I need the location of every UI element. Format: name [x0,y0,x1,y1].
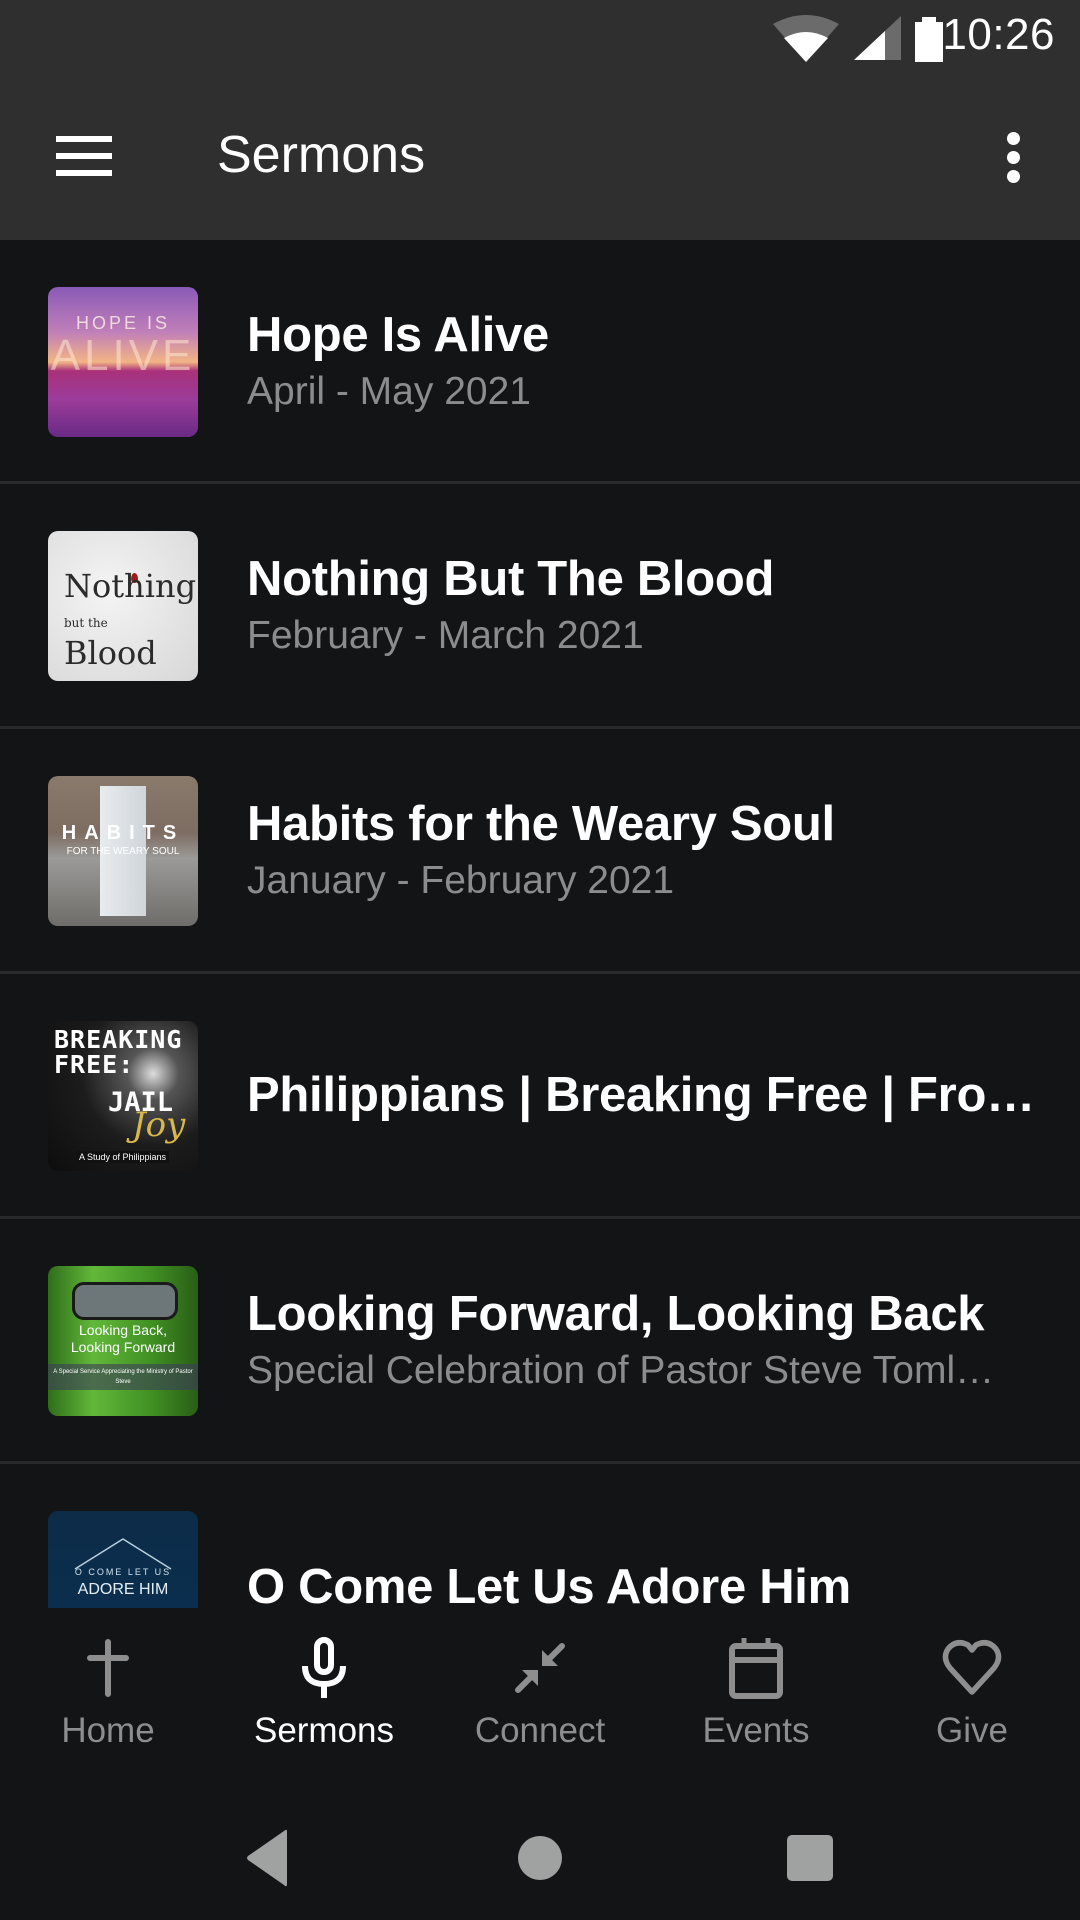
hamburger-menu-icon[interactable] [46,118,122,194]
status-bar: 10:26 [0,0,1080,80]
artwork-text: O COME LET US [74,1567,172,1577]
nav-item-give[interactable]: Give [864,1608,1080,1790]
nav-item-sermons[interactable]: Sermons [216,1608,432,1790]
wifi-icon [773,15,839,62]
artwork-text: ADORE HIM [77,1581,169,1598]
sermon-list[interactable]: HOPE IS ALIVE Hope Is Alive April - May … [0,240,1080,1608]
artwork-text: BREAKING FREE: [54,1025,183,1079]
sermon-list-item[interactable]: HOPE IS ALIVE Hope Is Alive April - May … [0,240,1080,484]
bottom-navigation: Home Sermons Connect Events Give [0,1608,1080,1790]
nav-item-home[interactable]: Home [0,1608,216,1790]
artwork-text: A Study of Philippians [76,1151,170,1163]
artwork-text: A Special Service Appreciating the Minis… [48,1364,198,1390]
nav-label: Sermons [253,1711,395,1750]
cell-signal-icon [854,16,901,60]
app-bar: Sermons [0,80,1080,240]
cross-icon [87,1639,129,1697]
sermon-subtitle: April - May 2021 [247,369,531,413]
more-vert-icon[interactable] [990,120,1036,196]
nav-label: Events [702,1711,810,1750]
sermon-title: O Come Let Us Adore Him [247,1559,851,1609]
artwork-text: ALIVE [50,331,196,380]
sermon-list-item[interactable]: Nothing but the Blood Nothing But The Bl… [0,484,1080,729]
connect-arrows-icon [515,1643,565,1693]
nav-label: Give [936,1711,1008,1750]
recents-square-icon[interactable] [770,1818,850,1898]
sermon-list-item[interactable]: Looking Back, Looking Forward A Special … [0,1219,1080,1464]
microphone-icon [302,1637,346,1698]
sermon-subtitle: Special Celebration of Pastor Steve Toml… [247,1349,995,1392]
sermon-title: Hope Is Alive [247,307,549,362]
artwork-text: Nothing but the Blood [64,567,197,672]
artwork-text: Looking Back, Looking Forward [70,1322,176,1355]
nav-label: Home [61,1711,155,1750]
back-icon[interactable] [227,1818,307,1898]
artwork-text: FOR THE WEARY SOUL [66,846,180,857]
artwork-text: Joy [132,1105,186,1145]
artwork-text: HABITS [61,822,185,844]
sermon-artwork: Nothing but the Blood [48,531,198,681]
nav-item-events[interactable]: Events [648,1608,864,1790]
battery-icon [915,17,943,62]
sermon-title: Looking Forward, Looking Back [247,1287,985,1341]
sermon-subtitle: January - February 2021 [247,859,675,902]
heart-icon [942,1640,1002,1695]
sermon-subtitle: February - March 2021 [247,614,644,657]
sermon-list-item[interactable]: HABITS FOR THE WEARY SOUL Habits for the… [0,729,1080,974]
sermon-artwork: HOPE IS ALIVE [48,287,198,437]
nav-item-connect[interactable]: Connect [432,1608,648,1790]
sermon-list-item[interactable]: BREAKING FREE: JAIL Joy A Study of Phili… [0,974,1080,1219]
sermon-artwork: O COME LET US ADORE HIM [48,1511,198,1608]
home-circle-icon[interactable] [500,1818,580,1898]
sermon-artwork: BREAKING FREE: JAIL Joy A Study of Phili… [48,1021,198,1171]
sermon-list-item[interactable]: O COME LET US ADORE HIM O Come Let Us Ad… [0,1464,1080,1608]
clock: 10:26 [942,10,1055,59]
sermon-artwork: HABITS FOR THE WEARY SOUL [48,776,198,926]
sermon-title: Nothing But The Blood [247,552,775,606]
nav-label: Connect [474,1711,606,1750]
system-navigation-bar [0,1790,1080,1920]
sermon-title: Philippians | Breaking Free | Fro… [247,1068,1035,1122]
page-title: Sermons [217,126,426,184]
calendar-icon [729,1638,783,1699]
sermon-artwork: Looking Back, Looking Forward A Special … [48,1266,198,1416]
sermon-title: Habits for the Weary Soul [247,797,835,851]
